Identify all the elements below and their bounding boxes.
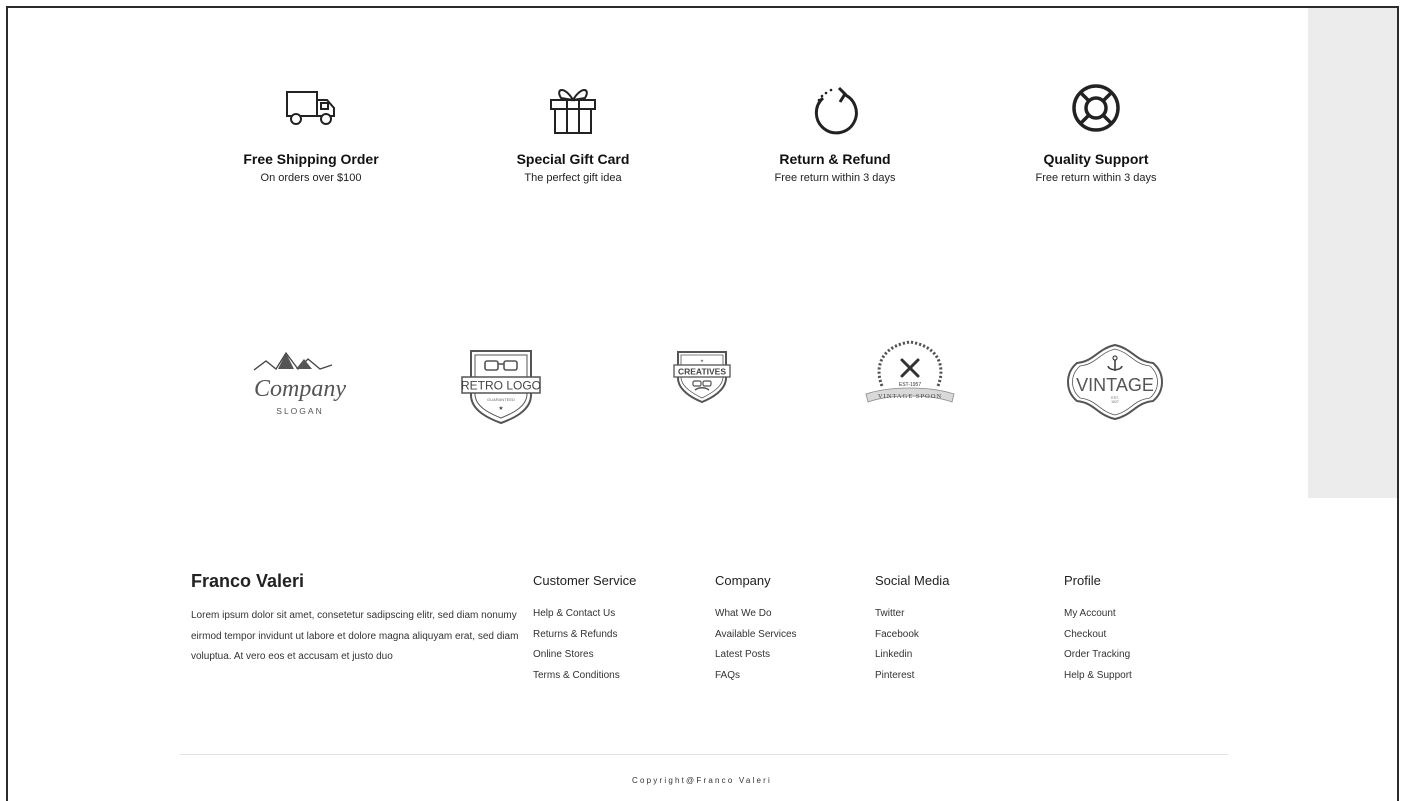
footer-link[interactable]: Facebook	[875, 625, 949, 646]
footer-link[interactable]: Latest Posts	[715, 645, 797, 666]
retro-logo-tag: GUARANTEED	[487, 397, 515, 402]
footer-about: Franco Valeri Lorem ipsum dolor sit amet…	[191, 571, 521, 668]
feature-quality-support: Quality Support Free return within 3 day…	[966, 78, 1226, 184]
lifebuoy-icon	[966, 78, 1226, 138]
feature-subtitle: The perfect gift idea	[524, 172, 622, 184]
brand-logo-vintage[interactable]: VINTAGE EST. 1927	[1063, 339, 1167, 425]
footer-divider	[180, 754, 1228, 755]
footer-column-heading: Company	[715, 573, 771, 588]
gift-icon	[443, 78, 703, 138]
footer-description: Lorem ipsum dolor sit amet, consetetur s…	[191, 610, 519, 662]
svg-text:★: ★	[498, 405, 503, 412]
footer-column-social-media: Social Media Twitter Facebook Linkedin P…	[875, 571, 949, 686]
footer-link[interactable]: What We Do	[715, 604, 797, 625]
features-row: Free Shipping Order On orders over $100 …	[8, 78, 1308, 208]
feature-subtitle: On orders over $100	[260, 172, 362, 184]
footer-column-heading: Profile	[1064, 573, 1101, 588]
footer-link[interactable]: Online Stores	[533, 645, 636, 666]
footer-link[interactable]: Linkedin	[875, 645, 949, 666]
vintage-logo-year: 1927	[1111, 400, 1119, 404]
feature-title: Return & Refund	[779, 151, 891, 167]
feature-title: Quality Support	[1043, 151, 1149, 167]
company-logo-name: Company	[254, 376, 346, 402]
footer-link[interactable]: Checkout	[1064, 625, 1132, 646]
footer-link[interactable]: FAQs	[715, 666, 797, 687]
feature-return-refund: Return & Refund Free return within 3 day…	[705, 78, 965, 184]
truck-icon	[181, 78, 441, 138]
footer-link[interactable]: My Account	[1064, 604, 1132, 625]
brand-logos-row: Company SLOGAN RETRO LOGO GUARANTEED ★ ★…	[8, 333, 1308, 443]
side-panel	[1308, 8, 1397, 498]
footer-column-profile: Profile My Account Checkout Order Tracki…	[1064, 571, 1132, 686]
retro-logo-name: RETRO LOGO	[461, 379, 541, 393]
brand-logo-vintage-spoon[interactable]: EST-1957 VINTAGE SPOON	[860, 336, 960, 416]
footer-link[interactable]: Available Services	[715, 625, 797, 646]
footer-column-company: Company What We Do Available Services La…	[715, 571, 797, 686]
footer-link[interactable]: Twitter	[875, 604, 949, 625]
feature-subtitle: Free return within 3 days	[1035, 172, 1157, 184]
footer-link[interactable]: Help & Support	[1064, 666, 1132, 687]
company-logo-slogan: SLOGAN	[276, 406, 323, 416]
feature-gift-card: Special Gift Card The perfect gift idea	[443, 78, 703, 184]
footer-column-customer-service: Customer Service Help & Contact Us Retur…	[533, 571, 636, 686]
brand-logo-creatives[interactable]: ★ CREATIVES	[670, 346, 734, 408]
footer-link[interactable]: Order Tracking	[1064, 645, 1132, 666]
vintage-spoon-est: EST-1957	[899, 382, 921, 388]
vintage-logo-name: VINTAGE	[1076, 375, 1154, 395]
feature-title: Free Shipping Order	[243, 151, 379, 167]
feature-free-shipping: Free Shipping Order On orders over $100	[181, 78, 441, 184]
footer-column-heading: Social Media	[875, 573, 950, 588]
brand-logo-retro[interactable]: RETRO LOGO GUARANTEED ★	[456, 343, 546, 429]
footer-link[interactable]: Terms & Conditions	[533, 666, 636, 687]
vintage-spoon-name: VINTAGE SPOON	[878, 393, 942, 400]
feature-title: Special Gift Card	[516, 151, 630, 167]
footer-column-heading: Customer Service	[533, 573, 637, 588]
page-frame: Free Shipping Order On orders over $100 …	[6, 6, 1399, 801]
footer-link[interactable]: Pinterest	[875, 666, 949, 687]
footer-link[interactable]: Returns & Refunds	[533, 625, 636, 646]
copyright-text: Copyright@Franco Valeri	[632, 776, 772, 785]
footer-brand-name: Franco Valeri	[191, 571, 305, 591]
feature-subtitle: Free return within 3 days	[774, 172, 896, 184]
brand-logo-company[interactable]: Company SLOGAN	[240, 341, 360, 431]
footer-link[interactable]: Help & Contact Us	[533, 604, 636, 625]
creatives-logo-name: CREATIVES	[678, 367, 726, 377]
refund-icon	[705, 78, 965, 138]
svg-text:★: ★	[700, 358, 704, 363]
